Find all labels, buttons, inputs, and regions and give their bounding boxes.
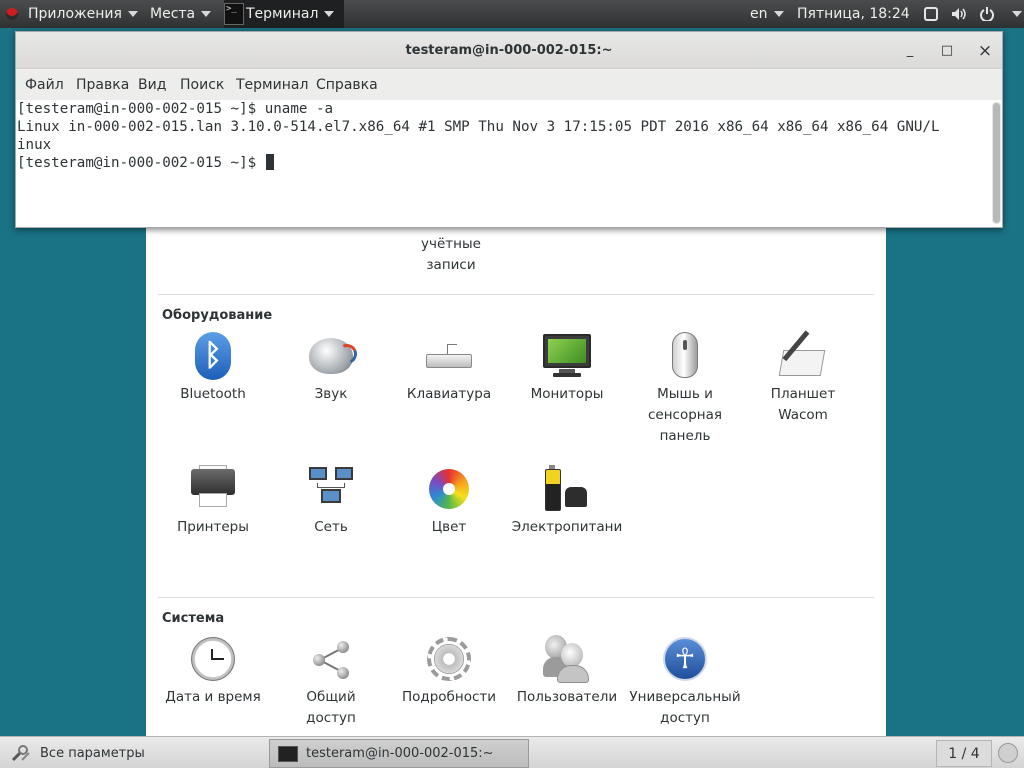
settings-item-date-time[interactable]: Дата и время — [154, 635, 272, 708]
settings-item-users[interactable]: Пользователи — [508, 635, 626, 708]
settings-item-wacom-tablet[interactable]: Планшет Wacom — [744, 330, 862, 426]
redhat-logo-icon — [6, 8, 18, 20]
terminal-titlebar[interactable]: testeram@in-000-002-015:~ _ □ × — [16, 32, 1002, 69]
taskbar-item-label: testeram@in-000-002-015:~ — [306, 746, 494, 761]
close-button[interactable]: × — [974, 40, 996, 62]
keyboard-layout-label: en — [750, 6, 768, 22]
item-label-line2: записи — [426, 257, 476, 273]
menu-terminal[interactable]: Терминал — [236, 70, 308, 100]
settings-item-accessibility[interactable]: ☥ Универсальный доступ — [626, 635, 744, 729]
menu-search[interactable]: Поиск — [180, 70, 224, 100]
settings-item-bluetooth[interactable]: ᛒ Bluetooth — [154, 332, 272, 405]
settings-item-mouse[interactable]: Мышь и сенсорная панель — [626, 332, 744, 447]
taskbar-item-settings[interactable]: Все параметры — [4, 740, 262, 767]
clock-icon — [189, 635, 237, 683]
network-icon — [307, 465, 355, 513]
section-title-hardware: Оборудование — [162, 308, 273, 323]
keyboard-icon — [425, 332, 473, 380]
tablet-icon — [778, 330, 827, 380]
menu-view[interactable]: Вид — [138, 70, 166, 100]
bottom-panel: Все параметры testeram@in-000-002-015:~ … — [0, 736, 1024, 768]
clock-label: Пятница, 18:24 — [797, 6, 910, 22]
places-menu[interactable]: Места — [150, 0, 212, 28]
applications-menu[interactable]: Приложения — [6, 0, 138, 28]
settings-item-displays[interactable]: Мониторы — [508, 332, 626, 405]
minimize-button[interactable]: _ — [899, 40, 921, 62]
message-tray-icon[interactable] — [998, 743, 1018, 763]
color-icon — [425, 465, 473, 513]
section-separator — [158, 597, 874, 598]
settings-item-power[interactable]: Электропитани — [508, 465, 626, 538]
gear-icon — [425, 635, 473, 683]
monitor-icon — [543, 332, 591, 380]
terminal-app-menu[interactable]: >_ Терминал — [224, 0, 345, 28]
settings-item-printers[interactable]: Принтеры — [154, 465, 272, 538]
workspace-indicator[interactable]: 1 / 4 — [936, 740, 992, 767]
settings-item-sound[interactable]: Звук — [272, 332, 390, 405]
terminal-output[interactable]: [testeram@in-000-002-015 ~]$ uname -a Li… — [16, 100, 1002, 227]
terminal-icon: >_ — [224, 3, 244, 25]
menu-edit[interactable]: Правка — [76, 70, 129, 100]
chevron-down-icon — [201, 11, 212, 17]
users-icon — [543, 635, 591, 683]
terminal-menubar: Файл Правка Вид Поиск Терминал Справка — [16, 70, 1002, 100]
settings-window: учётные записи Оборудование ᛒ Bluetooth … — [146, 200, 886, 736]
volume-icon[interactable] — [950, 5, 968, 23]
keyboard-layout-indicator[interactable]: en — [750, 0, 784, 28]
chevron-down-icon — [324, 11, 335, 17]
settings-item-network[interactable]: Сеть — [272, 465, 390, 538]
menu-file[interactable]: Файл — [25, 70, 64, 100]
chevron-down-icon — [1012, 11, 1022, 17]
taskbar-item-terminal[interactable]: testeram@in-000-002-015:~ — [269, 739, 529, 768]
settings-item-keyboard[interactable]: Клавиатура — [390, 332, 508, 405]
bluetooth-icon: ᛒ — [189, 332, 237, 380]
power-battery-icon — [543, 465, 591, 513]
settings-item-color[interactable]: Цвет — [390, 465, 508, 538]
printer-icon — [189, 465, 237, 513]
terminal-line: [testeram@in-000-002-015 ~]$ uname -a — [17, 101, 334, 117]
clock[interactable]: Пятница, 18:24 — [797, 0, 910, 28]
share-icon — [307, 635, 355, 683]
chevron-down-icon — [773, 11, 784, 17]
terminal-title: testeram@in-000-002-015:~ — [405, 43, 613, 58]
applications-menu-label: Приложения — [28, 6, 122, 22]
sound-icon — [307, 332, 360, 380]
settings-item-details[interactable]: Подробности — [390, 635, 508, 708]
chevron-down-icon — [127, 11, 138, 17]
terminal-app-menu-label: Терминал — [246, 6, 319, 22]
system-tray[interactable] — [922, 0, 1022, 28]
terminal-prompt: [testeram@in-000-002-015 ~]$ — [17, 155, 265, 171]
terminal-line: Linux in-000-002-015.lan 3.10.0-514.el7.… — [17, 119, 940, 135]
power-icon[interactable] — [978, 5, 996, 23]
terminal-icon — [278, 745, 298, 762]
window-icon[interactable] — [922, 5, 940, 23]
section-separator — [158, 294, 874, 295]
section-title-system: Система — [162, 611, 225, 626]
menu-help[interactable]: Справка — [316, 70, 378, 100]
terminal-prompt-line: [testeram@in-000-002-015 ~]$ — [17, 154, 1002, 172]
accessibility-icon: ☥ — [661, 635, 709, 683]
terminal-scrollbar[interactable] — [992, 102, 1001, 224]
taskbar-item-label: Все параметры — [40, 746, 145, 761]
text-cursor — [265, 154, 274, 170]
places-menu-label: Места — [150, 6, 196, 22]
mouse-icon — [661, 332, 709, 380]
terminal-line: inux — [17, 137, 52, 153]
settings-tools-icon — [10, 744, 32, 763]
maximize-button[interactable]: □ — [936, 40, 958, 62]
scrollbar-thumb[interactable] — [993, 103, 1000, 223]
item-label-line1: учётные — [421, 236, 481, 252]
settings-item-online-accounts[interactable]: учётные записи — [396, 234, 506, 276]
terminal-window[interactable]: testeram@in-000-002-015:~ _ □ × Файл Пра… — [15, 31, 1003, 228]
top-panel: Приложения Места >_ Терминал en Пятница,… — [0, 0, 1024, 28]
settings-item-sharing[interactable]: Общий доступ — [272, 635, 390, 729]
